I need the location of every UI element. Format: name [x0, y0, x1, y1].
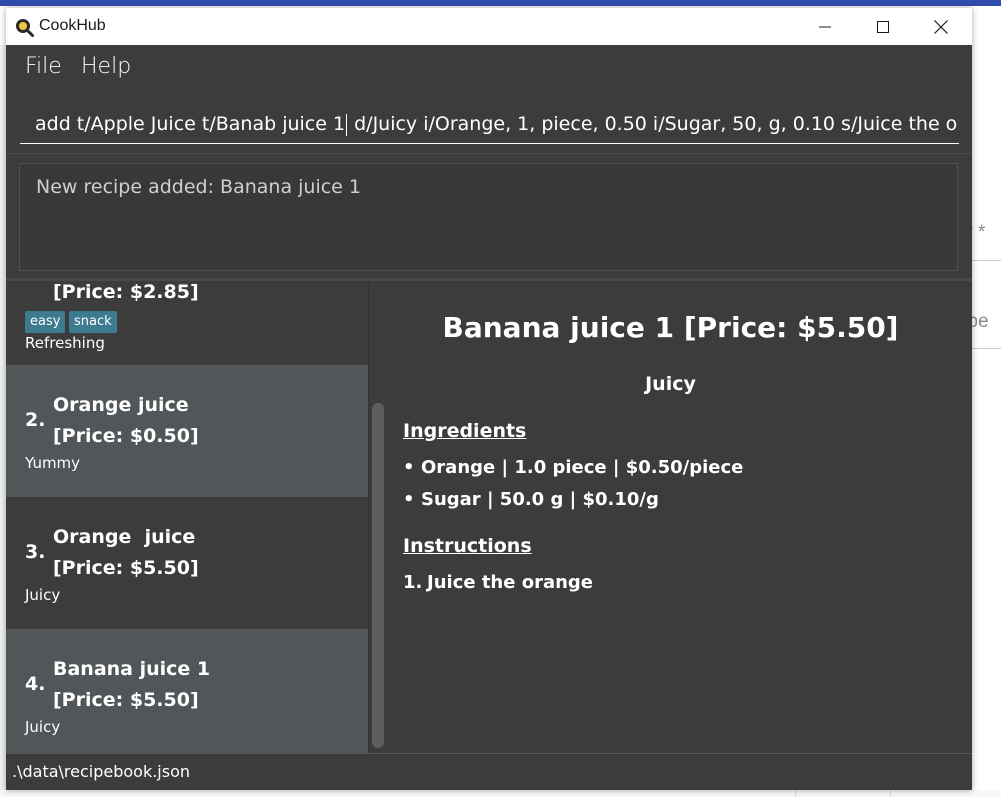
close-icon [934, 19, 948, 34]
recipe-index: 3. [25, 541, 46, 563]
detail-title: Banana juice 1 [Price: $5.50] [442, 311, 899, 344]
bullet-icon: • [403, 457, 415, 478]
title-bar[interactable]: CookHub [6, 8, 972, 45]
command-input[interactable]: add t/Apple Juice t/Banab juice 1 d/Juic… [20, 104, 959, 144]
recipe-price: [Price: $5.50] [53, 689, 199, 711]
ingredients-heading: Ingredients [403, 420, 527, 442]
recipe-card[interactable]: [Price: $2.85] easy snack Refreshing [6, 281, 368, 352]
recipe-description: Refreshing [25, 334, 105, 352]
recipe-detail-panel: Banana juice 1 [Price: $5.50] Juicy Ingr… [369, 281, 972, 753]
recipe-index: 4. [25, 673, 46, 695]
background-window-edge [0, 0, 1001, 6]
menu-bar: File Help [6, 45, 972, 91]
recipe-price: [Price: $2.85] [53, 281, 199, 303]
status-bar: .\data\recipebook.json [6, 753, 972, 790]
close-button[interactable] [912, 8, 970, 45]
storage-path: .\data\recipebook.json [12, 762, 191, 781]
recipe-description: Yummy [25, 454, 81, 472]
detail-description: Juicy [645, 373, 696, 395]
menu-help[interactable]: Help [81, 54, 131, 79]
recipe-card[interactable]: 3. Orange juice [Price: $5.50] Juicy [6, 497, 368, 629]
text-caret [346, 113, 348, 136]
recipe-price: [Price: $0.50] [53, 425, 199, 447]
maximize-button[interactable] [854, 8, 912, 45]
step-number: 1. [403, 572, 423, 593]
command-text-after-caret: d/Juicy i/Orange, 1, piece, 0.50 i/Sugar… [348, 113, 959, 135]
ingredient-item: • Sugar | 50.0 g | $0.10/g [403, 489, 659, 510]
list-scrollbar[interactable] [372, 403, 384, 748]
maximize-icon [877, 20, 889, 33]
minimize-icon [819, 26, 831, 27]
ingredient-item: • Orange | 1.0 piece | $0.50/piece [403, 457, 743, 478]
result-display[interactable]: New recipe added: Banana juice 1 [19, 163, 958, 271]
recipe-card[interactable]: 2. Orange juice [Price: $0.50] Yummy [6, 365, 368, 497]
instructions-heading: Instructions [403, 535, 532, 557]
background-field-underline [972, 260, 1001, 261]
recipe-name: Orange juice [53, 526, 196, 548]
step-text: Juice the orange [427, 572, 594, 593]
recipe-tag: easy [25, 311, 66, 333]
command-text-before-caret: add t/Apple Juice t/Banab juice 1 [35, 113, 346, 135]
minimize-button[interactable] [796, 8, 854, 45]
cookhub-logo-icon [16, 19, 34, 37]
background-field-underline [972, 348, 1001, 349]
background-divider [795, 790, 796, 797]
recipe-description: Juicy [25, 586, 61, 604]
divider [6, 153, 972, 154]
recipe-index: 2. [25, 409, 46, 431]
cookhub-window: CookHub File Help add t/Apple Juice t/Ba… [6, 8, 972, 790]
menu-file[interactable]: File [25, 54, 62, 79]
instruction-step: 1. Juice the orange [403, 572, 593, 593]
recipe-name: Orange juice [53, 394, 189, 416]
bullet-icon: • [403, 489, 415, 510]
recipe-price: [Price: $5.50] [53, 557, 199, 579]
recipe-card[interactable]: 4. Banana juice 1 [Price: $5.50] Juicy [6, 629, 368, 753]
recipe-name: Banana juice 1 [53, 658, 211, 680]
recipe-tag: snack [69, 311, 117, 333]
window-title: CookHub [39, 17, 106, 34]
background-window-bottom [0, 790, 1001, 797]
recipe-list[interactable]: [Price: $2.85] easy snack Refreshing 2. … [6, 281, 368, 753]
result-message: New recipe added: Banana juice 1 [36, 176, 361, 198]
ingredient-text: Orange | 1.0 piece | $0.50/piece [421, 457, 744, 478]
background-divider [890, 790, 891, 797]
recipe-description: Juicy [25, 718, 61, 736]
background-window-right [972, 6, 1001, 797]
ingredient-text: Sugar | 50.0 g | $0.10/g [421, 489, 659, 510]
